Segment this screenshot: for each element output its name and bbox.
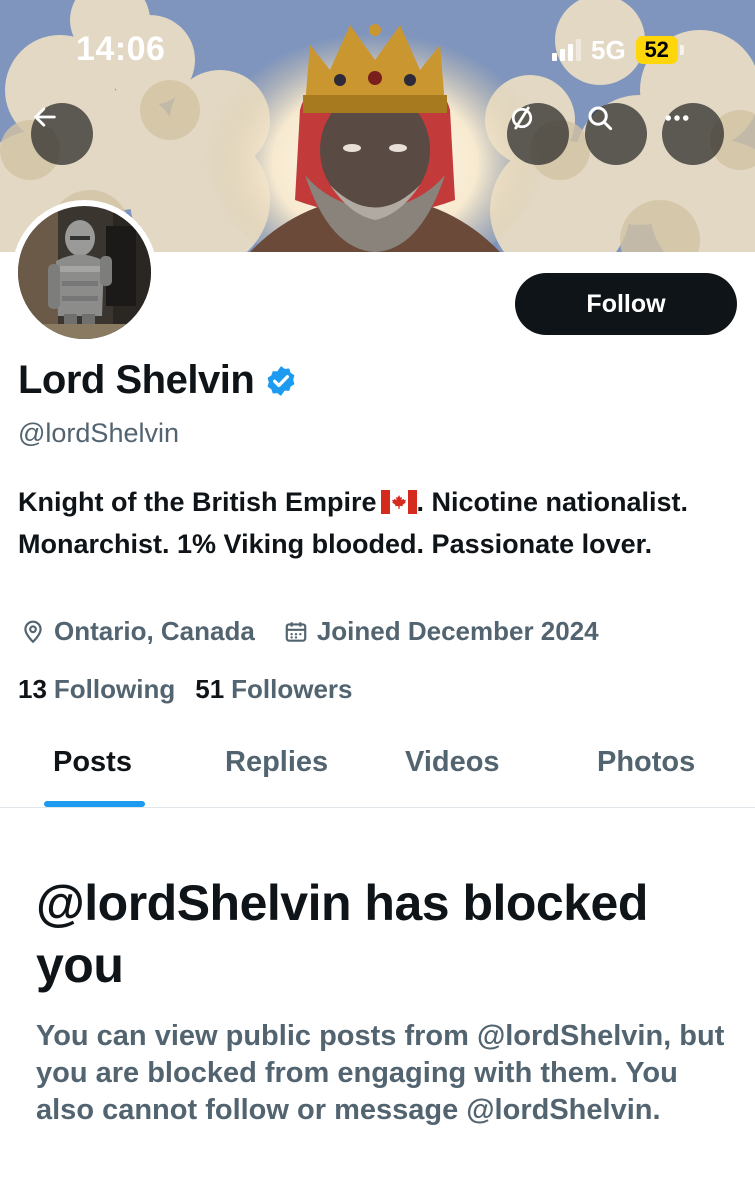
battery-icon: 52: [635, 36, 684, 64]
calendar-icon: [285, 621, 307, 642]
location: Ontario, Canada: [20, 616, 255, 647]
bell-slash-icon: [511, 106, 533, 130]
blocked-title: @lordShelvin has blocked you: [36, 875, 648, 993]
location-text: Ontario, Canada: [54, 616, 255, 646]
signal-icon: [552, 39, 581, 61]
arrow-left-icon: [34, 107, 56, 127]
following-count: 13: [18, 674, 47, 704]
following-link[interactable]: 13 Following: [18, 674, 175, 705]
notifications-button[interactable]: [507, 103, 569, 165]
tab-photos[interactable]: Photos: [597, 746, 695, 779]
active-tab-indicator: [44, 801, 145, 807]
follow-button[interactable]: Follow: [515, 273, 737, 335]
followers-count: 51: [195, 674, 225, 704]
follow-counts: 13 Following 51 Followers: [18, 674, 353, 705]
more-horizontal-icon: [665, 115, 689, 121]
join-date: Joined December 2024: [283, 616, 599, 647]
bio: Knight of the British Empire . Nicotine …: [18, 481, 738, 565]
avatar[interactable]: [12, 200, 157, 345]
followers-link[interactable]: 51 Followers: [195, 674, 352, 705]
back-button[interactable]: [31, 103, 93, 165]
more-button[interactable]: [662, 103, 724, 165]
network-type: 5G: [591, 34, 626, 65]
blocked-description: You can view public posts from @lordShel…: [36, 1020, 725, 1126]
followers-label: Followers: [231, 674, 353, 704]
following-label: Following: [53, 674, 176, 704]
status-indicators: 5G 52: [552, 34, 684, 66]
search-button[interactable]: [585, 103, 647, 165]
verified-badge-icon[interactable]: [264, 364, 298, 398]
handle: @lordShelvin: [18, 418, 179, 448]
battery-level: 52: [635, 36, 678, 64]
profile-meta: Ontario, Canada Joined December 2024: [20, 616, 599, 647]
tab-videos[interactable]: Videos: [405, 746, 500, 779]
search-icon: [588, 106, 613, 131]
status-time: 14:06: [76, 30, 166, 68]
display-name: Lord Shelvin: [18, 358, 255, 402]
tab-replies[interactable]: Replies: [225, 746, 328, 779]
location-pin-icon: [24, 620, 42, 643]
join-date-text: Joined December 2024: [316, 616, 599, 646]
profile-name-row: Lord Shelvin: [18, 358, 298, 403]
tab-posts[interactable]: Posts: [53, 746, 132, 779]
canada-flag-icon: [380, 490, 417, 514]
profile-tabs: Posts Replies Videos Photos: [0, 728, 755, 808]
avatar-image: [18, 206, 151, 339]
bio-text-1: Knight of the British Empire: [18, 487, 377, 517]
